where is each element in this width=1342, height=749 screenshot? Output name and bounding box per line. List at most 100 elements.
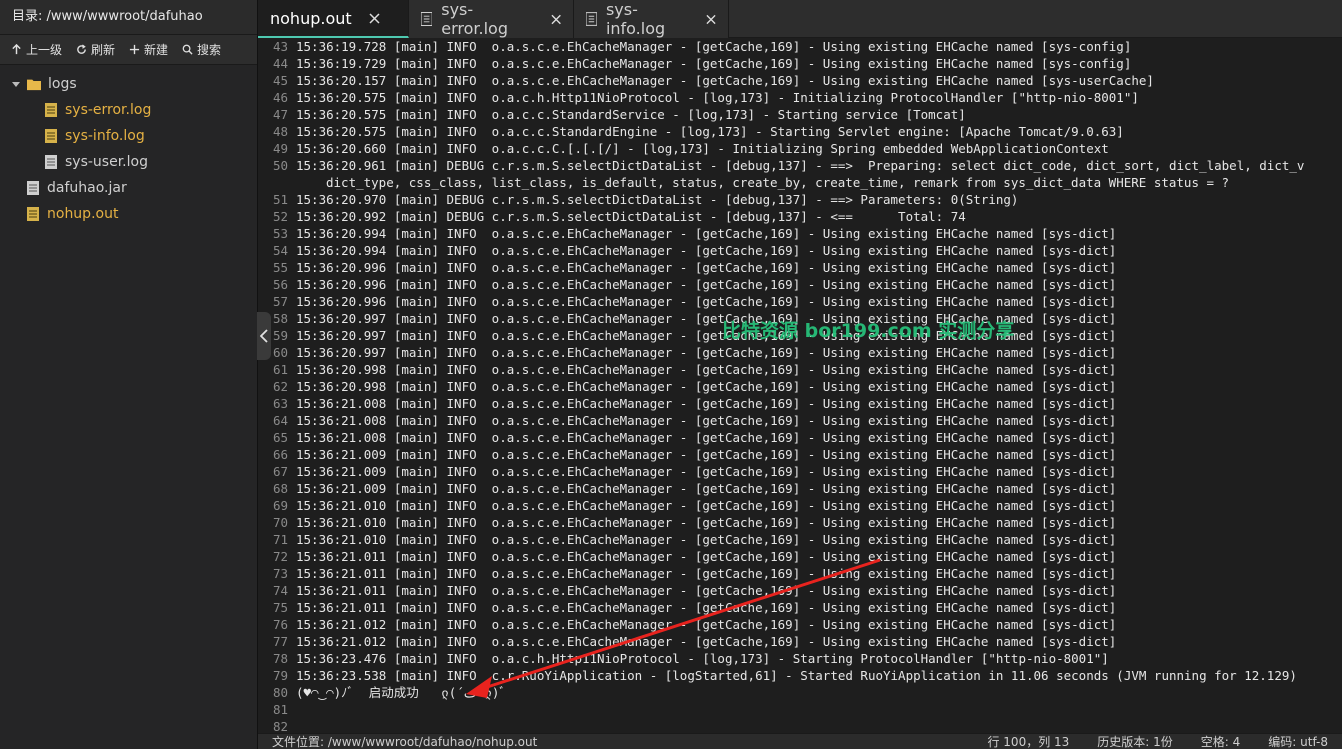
line-number: 80	[272, 685, 288, 700]
tree-file-sys-error[interactable]: sys-error.log	[0, 97, 257, 123]
line-number: 70	[272, 515, 288, 530]
line-number: 49	[272, 141, 288, 156]
code-line: 61 15:36:20.998 [main] INFO o.a.s.c.e.EhC…	[258, 361, 1342, 378]
file-text-icon	[27, 207, 39, 221]
line-text: 15:36:20.575 [main] INFO o.a.c.c.Standar…	[296, 124, 1124, 139]
code-line: 62 15:36:20.998 [main] INFO o.a.s.c.e.EhC…	[258, 378, 1342, 395]
file-text-icon	[421, 12, 433, 26]
tree-file-label: sys-error.log	[65, 102, 152, 118]
tree-file-dafuhao-jar[interactable]: dafuhao.jar	[0, 175, 257, 201]
line-number: 67	[272, 464, 288, 479]
code-line: 82	[258, 718, 1342, 733]
refresh-button[interactable]: 刷新	[69, 35, 122, 65]
line-number: 66	[272, 447, 288, 462]
line-text: 15:36:21.008 [main] INFO o.a.s.c.e.EhCac…	[296, 413, 1117, 428]
code-line: 53 15:36:20.994 [main] INFO o.a.s.c.e.EhC…	[258, 225, 1342, 242]
code-line: 80 (♥◠‿◠)ﾉﾞ 启动成功 ლ(´ڡ`ლ)ﾞ	[258, 684, 1342, 701]
new-label: 新建	[144, 43, 169, 57]
line-number: 62	[272, 379, 288, 394]
file-text-icon	[27, 181, 39, 195]
line-number: 74	[272, 583, 288, 598]
code-line: 76 15:36:21.012 [main] INFO o.a.s.c.e.EhC…	[258, 616, 1342, 633]
status-cursor: 行 100，列 13	[987, 735, 1070, 749]
line-text: 15:36:20.575 [main] INFO o.a.c.c.Standar…	[296, 107, 966, 122]
tab-nohup-out[interactable]: nohup.out	[258, 0, 409, 38]
directory-path: 目录: /www/wwwroot/dafuhao	[0, 0, 257, 35]
status-encoding[interactable]: 编码: utf-8	[1254, 734, 1342, 749]
line-text: 15:36:21.009 [main] INFO o.a.s.c.e.EhCac…	[296, 464, 1117, 479]
refresh-icon	[77, 44, 86, 54]
search-button[interactable]: 搜索	[175, 35, 228, 65]
line-number: 52	[272, 209, 288, 224]
line-text: 15:36:19.728 [main] INFO o.a.s.c.e.EhCac…	[296, 39, 1132, 54]
line-text: 15:36:23.476 [main] INFO o.a.c.h.Http11N…	[296, 651, 1109, 666]
line-number: 43	[272, 39, 288, 54]
tab-label: sys-info.log	[605, 0, 666, 38]
file-text-icon	[586, 12, 597, 26]
tab-label: sys-error.log	[441, 0, 508, 38]
tree-folder-label: logs	[48, 76, 77, 92]
file-sidebar: 目录: /www/wwwroot/dafuhao 上一级 刷新 新建 搜索 lo…	[0, 0, 258, 749]
code-line: 68 15:36:21.009 [main] INFO o.a.s.c.e.EhC…	[258, 480, 1342, 497]
line-text: 15:36:20.970 [main] DEBUG c.r.s.m.S.sele…	[296, 192, 1019, 207]
line-number: 48	[272, 124, 288, 139]
line-text: 15:36:21.009 [main] INFO o.a.s.c.e.EhCac…	[296, 447, 1117, 462]
sidebar-collapse-handle[interactable]	[257, 312, 271, 360]
close-icon[interactable]	[551, 14, 561, 25]
line-number: 55	[272, 260, 288, 275]
line-text: 15:36:20.660 [main] INFO o.a.c.c.C.[.[.[…	[296, 141, 1109, 156]
status-file-path: 文件位置: /www/wwwroot/dafuhao/nohup.out	[272, 735, 538, 749]
search-label: 搜索	[197, 43, 222, 57]
tree-file-sys-user[interactable]: sys-user.log	[0, 149, 257, 175]
code-line: dict_type, css_class, list_class, is_def…	[258, 174, 1342, 191]
tab-sys-info-log[interactable]: sys-info.log	[574, 0, 729, 38]
close-icon[interactable]	[706, 14, 716, 25]
line-text: 15:36:21.011 [main] INFO o.a.s.c.e.EhCac…	[296, 549, 1117, 564]
line-number: 47	[272, 107, 288, 122]
line-text: 15:36:20.994 [main] INFO o.a.s.c.e.EhCac…	[296, 226, 1117, 241]
status-indent[interactable]: 空格: 4	[1187, 734, 1255, 749]
line-number: 63	[272, 396, 288, 411]
line-text: 15:36:20.996 [main] INFO o.a.s.c.e.EhCac…	[296, 277, 1117, 292]
line-number: 68	[272, 481, 288, 496]
code-line: 79 15:36:23.538 [main] INFO c.r.RuoYiAppl…	[258, 667, 1342, 684]
chevron-left-icon	[260, 329, 268, 343]
code-line: 44 15:36:19.729 [main] INFO o.a.s.c.e.EhC…	[258, 55, 1342, 72]
tab-sys-error-log[interactable]: sys-error.log	[409, 0, 574, 38]
code-editor[interactable]: 43 15:36:19.728 [main] INFO o.a.s.c.e.EhC…	[258, 38, 1342, 733]
code-line: 58 15:36:20.997 [main] INFO o.a.s.c.e.EhC…	[258, 310, 1342, 327]
code-line: 55 15:36:20.996 [main] INFO o.a.s.c.e.EhC…	[258, 259, 1342, 276]
code-line: 56 15:36:20.996 [main] INFO o.a.s.c.e.EhC…	[258, 276, 1342, 293]
tree-file-nohup-out[interactable]: nohup.out	[0, 201, 257, 227]
line-text: 15:36:21.008 [main] INFO o.a.s.c.e.EhCac…	[296, 396, 1117, 411]
line-number: 45	[272, 73, 288, 88]
editor-tabs: nohup.out sys-error.log sys-info.log	[258, 0, 1342, 38]
line-number: 51	[272, 192, 288, 207]
line-number: 82	[272, 719, 288, 733]
code-line: 74 15:36:21.011 [main] INFO o.a.s.c.e.EhC…	[258, 582, 1342, 599]
arrow-up-icon	[12, 44, 21, 55]
tree-file-label: nohup.out	[47, 206, 119, 222]
status-history[interactable]: 历史版本: 1份	[1083, 734, 1187, 749]
new-button[interactable]: 新建	[122, 35, 175, 65]
line-text: 15:36:20.997 [main] INFO o.a.s.c.e.EhCac…	[296, 328, 1117, 343]
code-line: 47 15:36:20.575 [main] INFO o.a.c.c.Stand…	[258, 106, 1342, 123]
file-text-icon	[45, 129, 57, 143]
refresh-label: 刷新	[91, 43, 116, 57]
code-line: 45 15:36:20.157 [main] INFO o.a.s.c.e.EhC…	[258, 72, 1342, 89]
line-text: 15:36:21.011 [main] INFO o.a.s.c.e.EhCac…	[296, 583, 1117, 598]
code-line: 51 15:36:20.970 [main] DEBUG c.r.s.m.S.se…	[258, 191, 1342, 208]
tree-file-sys-info[interactable]: sys-info.log	[0, 123, 257, 149]
up-level-button[interactable]: 上一级	[4, 35, 69, 65]
code-line: 75 15:36:21.011 [main] INFO o.a.s.c.e.EhC…	[258, 599, 1342, 616]
line-text: 15:36:20.157 [main] INFO o.a.s.c.e.EhCac…	[296, 73, 1154, 88]
tree-folder-logs[interactable]: logs	[0, 71, 257, 97]
line-text: 15:36:19.729 [main] INFO o.a.s.c.e.EhCac…	[296, 56, 1132, 71]
close-icon[interactable]	[369, 12, 380, 24]
code-line: 65 15:36:21.008 [main] INFO o.a.s.c.e.EhC…	[258, 429, 1342, 446]
line-number: 54	[272, 243, 288, 258]
line-number: 61	[272, 362, 288, 377]
line-text: 15:36:20.575 [main] INFO o.a.c.h.Http11N…	[296, 90, 1139, 105]
caret-down-icon	[12, 82, 20, 87]
code-line: 72 15:36:21.011 [main] INFO o.a.s.c.e.EhC…	[258, 548, 1342, 565]
